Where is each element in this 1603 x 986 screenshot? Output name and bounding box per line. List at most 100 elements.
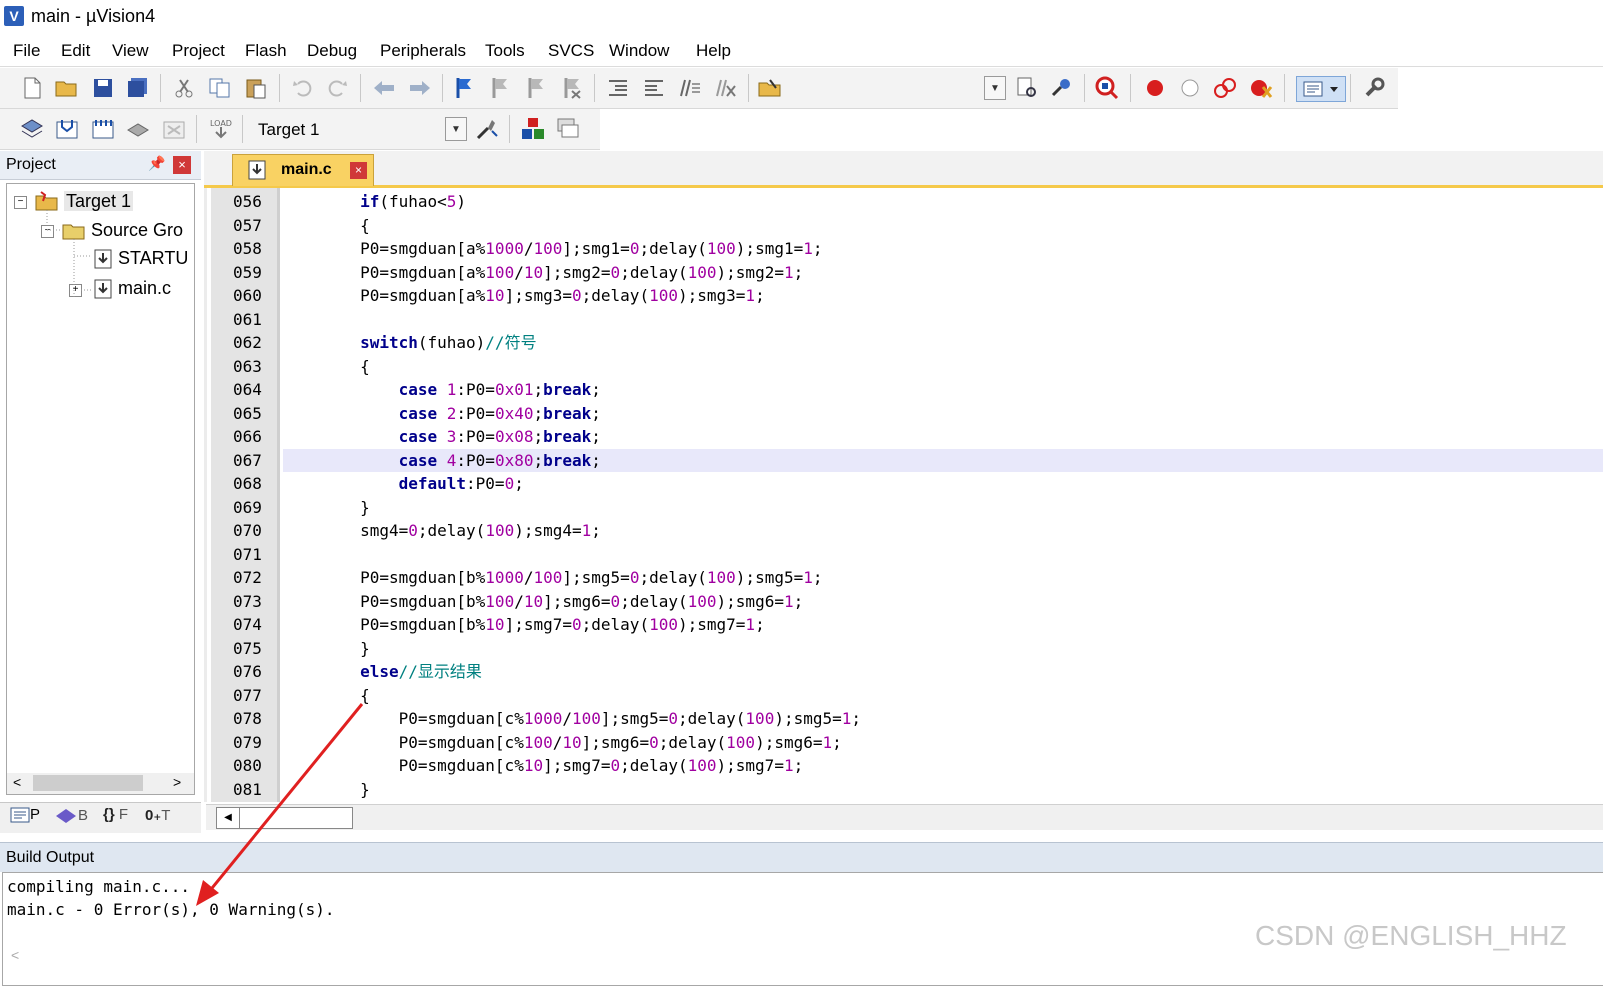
code-line[interactable]: case 1:P0=0x01;break;	[283, 378, 1603, 401]
indent-icon[interactable]	[606, 76, 630, 100]
project-panel-header: Project 📌 ×	[0, 151, 201, 180]
editor-horizontal-scrollbar[interactable]: ◀	[206, 804, 1603, 830]
open-folder-icon[interactable]	[55, 76, 79, 100]
code-line[interactable]	[283, 308, 1603, 331]
code-line[interactable]: case 2:P0=0x40;break;	[283, 402, 1603, 425]
menu-tools[interactable]: Tools	[485, 41, 525, 61]
download-icon[interactable]: LOAD	[208, 117, 232, 141]
code-line[interactable]: }	[283, 778, 1603, 801]
navigate-back-icon[interactable]	[372, 76, 396, 100]
configuration-icon[interactable]	[1362, 76, 1386, 100]
tab-functions[interactable]: {} F	[103, 806, 128, 823]
scroll-thumb[interactable]	[239, 807, 353, 829]
start-debug-icon[interactable]	[1095, 76, 1119, 100]
enable-breakpoint-icon[interactable]	[1178, 76, 1202, 100]
code-line[interactable]: {	[283, 355, 1603, 378]
code-line[interactable]: P0=smgduan[b%1000/100];smg5=0;delay(100)…	[283, 566, 1603, 589]
tab-main-c[interactable]: main.c ×	[232, 154, 374, 186]
code-line[interactable]: case 3:P0=0x08;break;	[283, 425, 1603, 448]
menu-view[interactable]: View	[112, 41, 149, 61]
code-line[interactable]: P0=smgduan[b%10];smg7=0;delay(100);smg7=…	[283, 613, 1603, 636]
scroll-left-icon[interactable]: <	[11, 947, 19, 963]
batch-build-icon[interactable]	[126, 117, 150, 141]
line-number: 063	[233, 356, 262, 376]
close-panel-button[interactable]: ×	[173, 156, 191, 174]
new-file-icon[interactable]	[20, 76, 44, 100]
window-layout-icon[interactable]	[1296, 76, 1346, 102]
find-in-files-icon[interactable]	[758, 76, 782, 100]
scroll-right-icon[interactable]: >	[173, 774, 181, 790]
target-dropdown-arrow[interactable]: ▼	[445, 117, 467, 141]
code-line[interactable]: {	[283, 214, 1603, 237]
cut-icon[interactable]	[172, 76, 196, 100]
code-line[interactable]: if(fuhao<5)	[283, 190, 1603, 213]
unindent-icon[interactable]	[642, 76, 666, 100]
menu-help[interactable]: Help	[696, 41, 731, 61]
code-line[interactable]: default:P0=0;	[283, 472, 1603, 495]
file-extensions-icon[interactable]	[556, 117, 580, 141]
menu-project[interactable]: Project	[172, 41, 225, 61]
code-line[interactable]: }	[283, 637, 1603, 660]
menu-debug[interactable]: Debug	[307, 41, 357, 61]
menu-file[interactable]: File	[13, 41, 40, 61]
code-line[interactable]: P0=smgduan[a%100/10];smg2=0;delay(100);s…	[283, 261, 1603, 284]
prev-bookmark-icon[interactable]	[488, 76, 512, 100]
menu-edit[interactable]: Edit	[61, 41, 90, 61]
books-tab-icon	[56, 809, 76, 823]
pin-icon[interactable]: 📌	[148, 155, 165, 172]
menu-svcs[interactable]: SVCS	[548, 41, 594, 61]
rebuild-icon[interactable]	[91, 117, 115, 141]
find-references-icon[interactable]	[1050, 76, 1074, 100]
tab-books[interactable]: B	[54, 806, 88, 826]
current-code-line[interactable]: case 4:P0=0x80;break;	[283, 448, 1603, 472]
uncomment-icon[interactable]	[714, 76, 738, 100]
translate-icon[interactable]	[20, 117, 44, 141]
save-icon[interactable]	[91, 76, 115, 100]
code-line[interactable]: P0=smgduan[b%100/10];smg6=0;delay(100);s…	[283, 590, 1603, 613]
code-line[interactable]: P0=smgduan[a%10];smg3=0;delay(100);smg3=…	[283, 284, 1603, 307]
redo-icon[interactable]	[326, 76, 350, 100]
project-horizontal-scrollbar[interactable]: < >	[6, 773, 195, 795]
scroll-thumb[interactable]	[33, 775, 143, 791]
incremental-find-icon[interactable]	[1015, 76, 1039, 100]
target-select[interactable]: Target 1	[250, 117, 476, 141]
line-number: 066	[233, 427, 262, 446]
paste-icon[interactable]	[244, 76, 268, 100]
code-editor[interactable]: 056 057 058 059 060 061 062 063 064 065 066 067 068 0…	[204, 188, 1603, 802]
code-line[interactable]: {	[283, 684, 1603, 707]
code-line[interactable]: smg4=0;delay(100);smg4=1;	[283, 519, 1603, 542]
code-line[interactable]: P0=smgduan[c%1000/100];smg5=0;delay(100)…	[283, 707, 1603, 730]
code-line[interactable]: else//显示结果	[283, 660, 1603, 683]
next-bookmark-icon[interactable]	[524, 76, 548, 100]
find-combo-dropdown[interactable]: ▼	[984, 76, 1006, 100]
stop-build-icon[interactable]	[162, 117, 186, 141]
kill-all-breakpoints-icon[interactable]	[1249, 76, 1273, 100]
scroll-left-icon[interactable]: <	[13, 774, 21, 790]
undo-icon[interactable]	[290, 76, 314, 100]
scroll-left-icon[interactable]: ◀	[216, 807, 240, 829]
code-line[interactable]: P0=smgduan[c%100/10];smg6=0;delay(100);s…	[283, 731, 1603, 754]
menu-peripherals[interactable]: Peripherals	[380, 41, 466, 61]
save-all-icon[interactable]	[126, 76, 150, 100]
code-line[interactable]: P0=smgduan[c%10];smg7=0;delay(100);smg7=…	[283, 754, 1603, 777]
navigate-forward-icon[interactable]	[408, 76, 432, 100]
code-line[interactable]	[283, 543, 1603, 566]
target-options-icon[interactable]	[475, 117, 499, 141]
line-number: 067	[233, 450, 262, 470]
menu-flash[interactable]: Flash	[245, 41, 287, 61]
code-line[interactable]: switch(fuhao)//符号	[283, 331, 1603, 354]
tab-project[interactable]: P	[10, 806, 40, 824]
bookmark-icon[interactable]	[452, 76, 476, 100]
code-line[interactable]: }	[283, 496, 1603, 519]
close-tab-button[interactable]: ×	[350, 162, 367, 179]
disable-all-breakpoints-icon[interactable]	[1213, 76, 1237, 100]
insert-breakpoint-icon[interactable]	[1143, 76, 1167, 100]
code-line[interactable]: P0=smgduan[a%1000/100];smg1=0;delay(100)…	[283, 237, 1603, 260]
copy-icon[interactable]	[208, 76, 232, 100]
comment-icon[interactable]	[678, 76, 702, 100]
tab-templates[interactable]: 0₊T	[145, 806, 170, 824]
clear-bookmarks-icon[interactable]	[560, 76, 584, 100]
build-icon[interactable]	[55, 117, 79, 141]
menu-window[interactable]: Window	[609, 41, 669, 61]
manage-components-icon[interactable]	[521, 117, 545, 141]
